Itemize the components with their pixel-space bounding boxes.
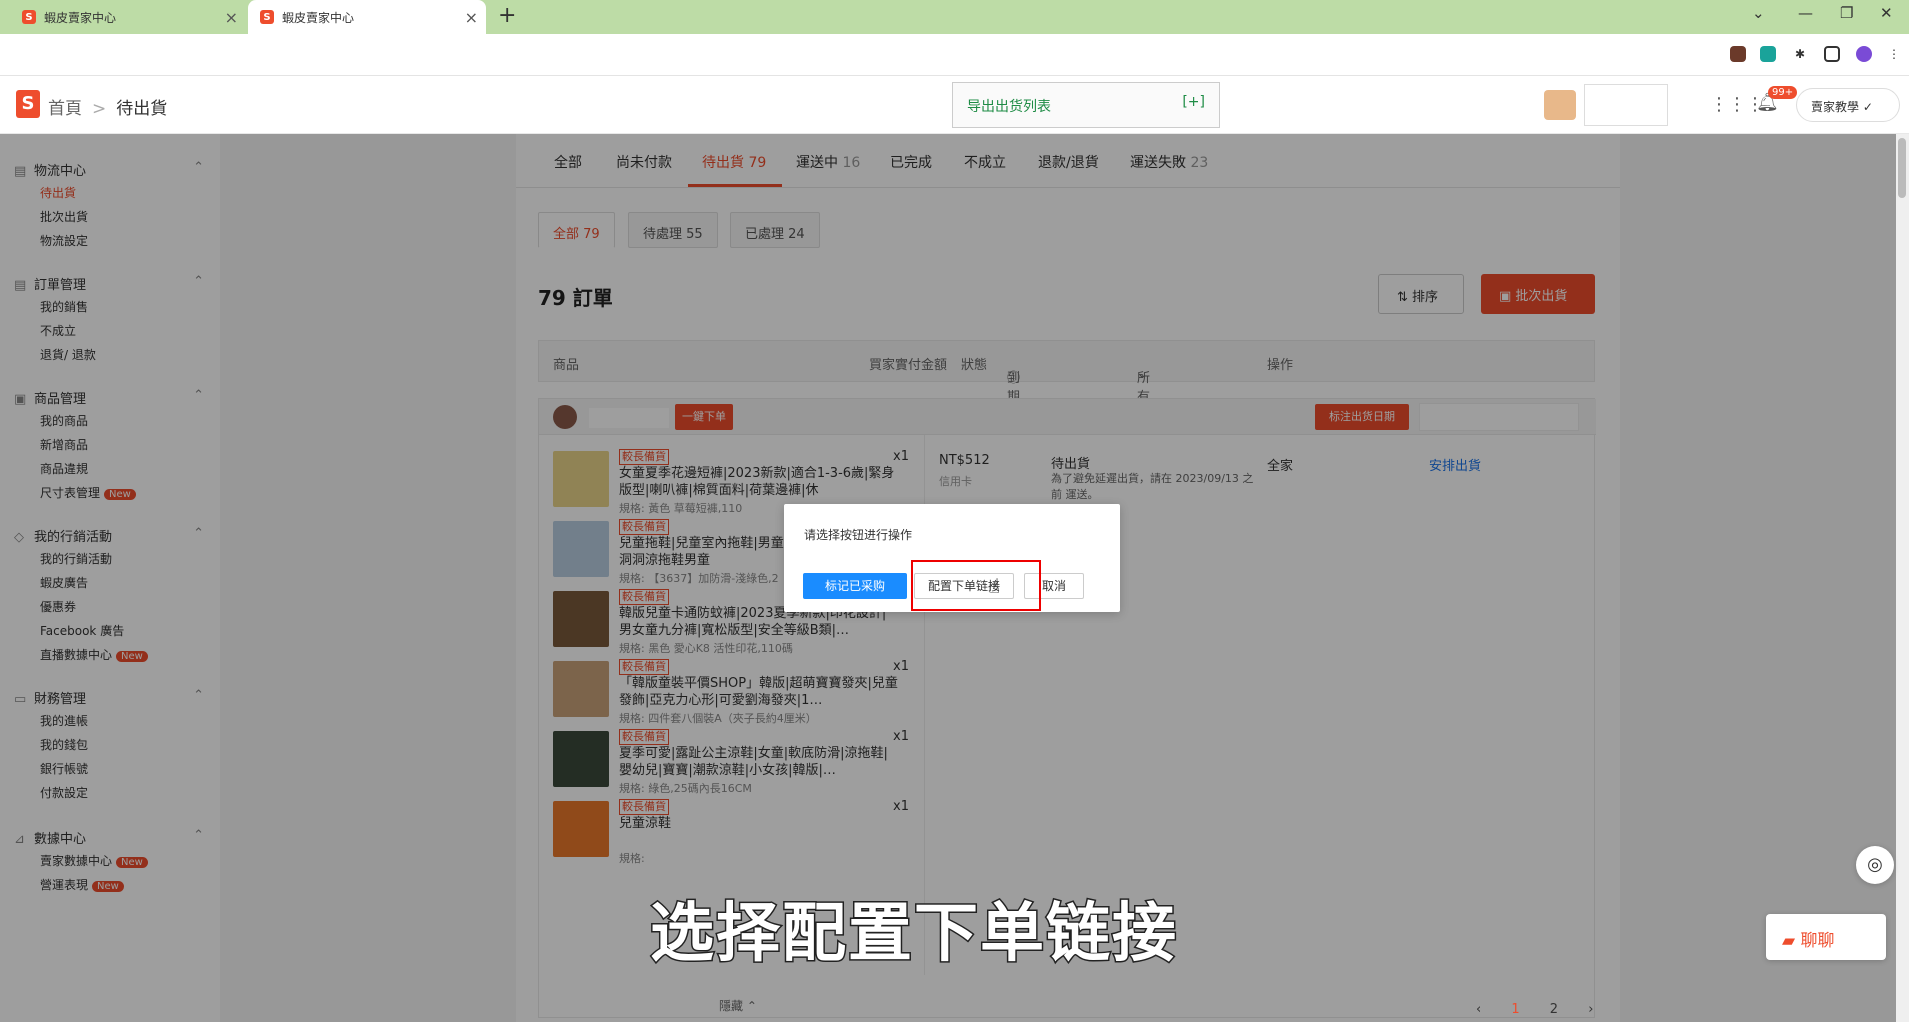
highlight-box <box>911 560 1041 611</box>
shopee-favicon-icon: S <box>22 10 36 24</box>
browser-tab-strip: S 蝦皮賣家中心 × S 蝦皮賣家中心 × + ⌄ — ❐ ✕ <box>0 0 1909 34</box>
tab-search-icon[interactable]: ⌄ <box>1752 4 1765 22</box>
browser-tab-title: 蝦皮賣家中心 <box>44 10 117 25</box>
scrollbar-thumb[interactable] <box>1898 138 1906 198</box>
mark-purchased-button[interactable]: 标记已采购 <box>803 573 907 599</box>
shopee-favicon-icon: S <box>260 10 274 24</box>
export-shipping-list[interactable]: 导出出货列表 [+] <box>952 82 1220 128</box>
chat-button[interactable]: ▰ 聊聊 <box>1766 914 1886 960</box>
close-tab-icon[interactable]: × <box>225 8 238 27</box>
extension-icon[interactable] <box>1760 46 1776 62</box>
breadcrumb-current: 待出貨 <box>116 99 168 119</box>
profile-avatar-icon[interactable] <box>1856 46 1872 62</box>
close-window-button[interactable]: ✕ <box>1880 4 1893 22</box>
next-page-button[interactable]: › <box>1588 1002 1593 1017</box>
cookie-extension-icon[interactable] <box>1730 46 1746 62</box>
page-2[interactable]: 2 <box>1550 1002 1558 1017</box>
browser-tab-1[interactable]: S 蝦皮賣家中心 × <box>10 0 246 34</box>
tutorial-label: 賣家教學 <box>1811 100 1860 114</box>
chat-icon: ▰ <box>1782 931 1801 951</box>
video-caption: 选择配置下单链接 <box>649 896 1178 973</box>
export-action[interactable]: [+] <box>1182 94 1205 110</box>
prev-page-button[interactable]: ‹ <box>1476 1002 1481 1017</box>
pagination: ‹ 1 2 › <box>1476 1002 1619 1017</box>
browser-tab-2[interactable]: S 蝦皮賣家中心 × <box>248 0 486 34</box>
seller-topbar: S 首頁 > 待出貨 导出出货列表 [+] ⋮⋮⋮ 🔔︎ 99+ 賣家教學 ✓ <box>0 76 1909 134</box>
new-tab-button[interactable]: + <box>498 3 516 28</box>
browser-menu-icon[interactable]: ⋮ <box>1886 46 1902 62</box>
shop-name-redacted <box>1584 84 1668 126</box>
breadcrumb-separator: > <box>92 99 107 119</box>
export-label: 导出出货列表 <box>967 99 1051 115</box>
headset-support-icon[interactable]: ◎ <box>1856 846 1894 884</box>
puzzle-extensions-icon[interactable]: ✱ <box>1792 46 1808 62</box>
page-1[interactable]: 1 <box>1511 1002 1519 1017</box>
seller-tutorial-button[interactable]: 賣家教學 ✓ <box>1796 88 1900 122</box>
notification-badge: 99+ <box>1768 86 1798 99</box>
restore-button[interactable]: ❐ <box>1840 4 1853 22</box>
shop-avatar[interactable] <box>1544 90 1576 120</box>
minimize-button[interactable]: — <box>1798 4 1813 22</box>
close-tab-icon[interactable]: × <box>465 8 478 27</box>
breadcrumb: 首頁 > 待出貨 <box>48 94 167 119</box>
page-scrollbar[interactable] <box>1896 134 1909 1022</box>
browser-tab-title: 蝦皮賣家中心 <box>282 10 355 25</box>
shopee-logo-icon[interactable]: S <box>16 90 40 118</box>
address-bar[interactable]: ✱ ⋮ <box>0 34 1909 76</box>
hand-cursor-icon: ☝ <box>988 574 1001 598</box>
dialog-message: 请选择按钮进行操作 <box>804 528 913 542</box>
breadcrumb-home[interactable]: 首頁 <box>48 99 82 119</box>
side-panel-icon[interactable] <box>1824 46 1840 62</box>
